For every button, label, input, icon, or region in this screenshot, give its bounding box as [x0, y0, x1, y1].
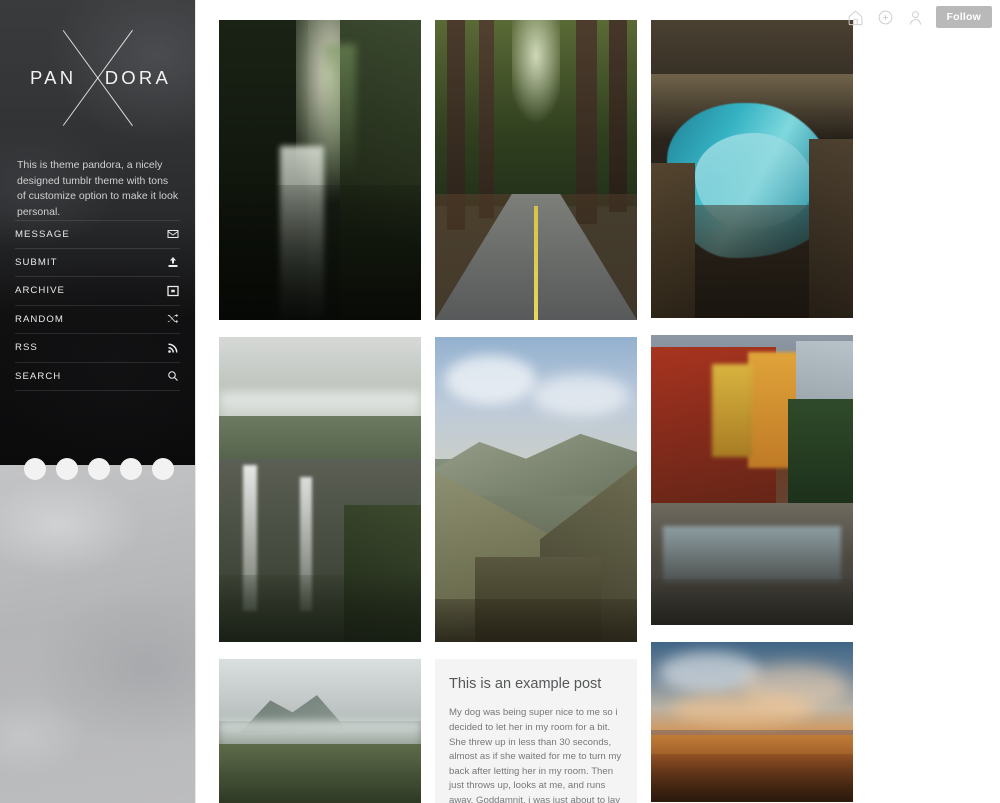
menu-item-label: MESSAGE: [15, 228, 70, 240]
menu-item-label: SEARCH: [15, 370, 62, 382]
menu-item-rss[interactable]: RSS: [15, 334, 180, 363]
post-body: My dog was being super nice to me so i d…: [449, 706, 623, 803]
site-logo[interactable]: PAN DORA: [0, 29, 195, 126]
photo-post-highland-valley[interactable]: [435, 337, 637, 642]
menu-item-label: SUBMIT: [15, 256, 58, 268]
menu-item-label: RSS: [15, 342, 38, 354]
menu-item-search[interactable]: SEARCH: [15, 363, 180, 391]
post-photo[interactable]: [651, 642, 853, 802]
post-photo[interactable]: [651, 20, 853, 318]
sidebar-panel: PAN DORA This is theme pandora, a nicely…: [0, 0, 195, 465]
grid-column-1: [219, 20, 421, 803]
tumblr-topbar: Follow: [846, 6, 992, 28]
archive-box-icon: [166, 284, 180, 298]
site-description: This is theme pandora, a nicely designed…: [17, 159, 179, 218]
photo-post-misty-mountain[interactable]: [219, 659, 421, 803]
home-icon[interactable]: [846, 7, 866, 27]
menu-item-label: RANDOM: [15, 313, 64, 325]
photo-post-glacier-river[interactable]: [651, 20, 853, 318]
menu-item-random[interactable]: RANDOM: [15, 306, 180, 334]
page-root: PAN DORA This is theme pandora, a nicely…: [0, 0, 1000, 803]
post-photo[interactable]: [435, 20, 637, 320]
upload-icon: [166, 255, 180, 269]
post-photo[interactable]: [435, 337, 637, 642]
menu-item-archive[interactable]: ARCHIVE: [15, 277, 180, 306]
search-icon: [166, 369, 180, 383]
photo-post-redwood-road[interactable]: [435, 20, 637, 320]
post-title: This is an example post: [449, 676, 602, 692]
logo-text-right: DORA: [104, 66, 171, 88]
photo-post-cliff-waterfalls[interactable]: [219, 337, 421, 642]
compass-plus-icon[interactable]: [876, 7, 896, 27]
post-photo[interactable]: [219, 20, 421, 320]
photo-post-sunset-clouds[interactable]: [651, 642, 853, 802]
menu-item-submit[interactable]: SUBMIT: [15, 249, 180, 277]
photo-post-waterfall-canyon[interactable]: [219, 20, 421, 320]
user-account-icon[interactable]: [906, 7, 926, 27]
shuffle-icon: [166, 312, 180, 326]
post-photo[interactable]: [651, 335, 853, 625]
social-links: [24, 458, 174, 480]
social-link-1[interactable]: [24, 458, 46, 480]
sidebar-menu: MESSAGE SUBMIT ARCHIVE RANDOM RSS SEARCH: [15, 220, 180, 391]
sidebar: PAN DORA This is theme pandora, a nicely…: [0, 0, 195, 803]
social-link-4[interactable]: [120, 458, 142, 480]
social-link-2[interactable]: [56, 458, 78, 480]
main-content: Follow This is an example post My dog wa…: [195, 0, 1000, 803]
post-photo[interactable]: [219, 337, 421, 642]
rss-icon: [166, 341, 180, 355]
photo-post-autumn-forest[interactable]: [651, 335, 853, 625]
grid-column-3: [651, 20, 853, 803]
social-link-3[interactable]: [88, 458, 110, 480]
sidebar-background-image: [0, 465, 195, 803]
post-paragraph: My dog was being super nice to me so i d…: [449, 707, 622, 803]
grid-column-2: This is an example post My dog was being…: [435, 20, 637, 803]
menu-item-label: ARCHIVE: [15, 285, 65, 297]
social-link-5[interactable]: [152, 458, 174, 480]
menu-item-message[interactable]: MESSAGE: [15, 220, 180, 249]
follow-button[interactable]: Follow: [935, 6, 992, 28]
envelope-icon: [166, 227, 180, 241]
text-post-example[interactable]: This is an example post My dog was being…: [435, 659, 637, 803]
post-photo[interactable]: [219, 659, 421, 803]
